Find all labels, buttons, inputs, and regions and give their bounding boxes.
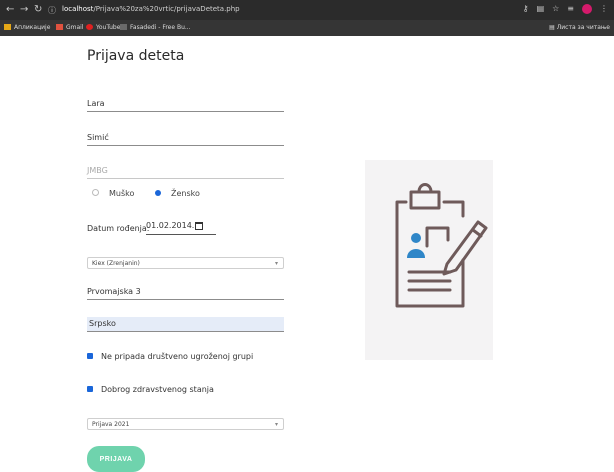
translate-icon[interactable]: ▤	[537, 4, 545, 14]
clipboard-pencil-icon	[395, 183, 488, 308]
bookmark-icon	[120, 24, 127, 30]
browser-toolbar: ← → ↻ ⓘ localhost/Prijava%20za%20vrtic/p…	[0, 0, 614, 20]
dob-label: Datum rođenja:	[87, 224, 150, 233]
radio-on-icon	[155, 190, 161, 196]
gender-male-radio[interactable]: Muško	[92, 189, 134, 198]
bookmark-fasadedi[interactable]: Fasadedi - Free Bu...	[120, 24, 191, 31]
calendar-icon[interactable]	[195, 222, 203, 230]
dob-input[interactable]: 01.02.2014.	[146, 221, 216, 235]
first-name-input[interactable]: Lara	[87, 97, 284, 112]
radio-off-icon	[92, 189, 99, 196]
site-info-icon[interactable]: ⓘ	[48, 5, 56, 16]
gmail-icon	[56, 24, 63, 30]
address-input[interactable]: Prvomajska 3	[87, 285, 284, 300]
kindergarten-select[interactable]: Kiex (Zrenjanin) ▾	[87, 257, 284, 269]
back-icon[interactable]: ←	[6, 4, 14, 15]
nationality-input[interactable]: Srpsko	[87, 317, 284, 332]
checkbox-good-health[interactable]: Dobrog zdravstvenog stanja	[87, 385, 214, 394]
chevron-down-icon: ▾	[274, 260, 278, 267]
url-host: localhost	[62, 5, 94, 13]
bookmark-gmail[interactable]: Gmail	[56, 24, 84, 31]
reading-list[interactable]: ▤ Листа за читање	[549, 24, 610, 31]
reload-icon[interactable]: ↻	[34, 4, 42, 15]
menu-icon[interactable]: ⋮	[600, 4, 608, 14]
star-icon[interactable]: ☆	[552, 4, 559, 14]
last-name-input[interactable]: Simić	[87, 131, 284, 146]
gender-female-radio[interactable]: Žensko	[155, 189, 200, 198]
checkbox-not-vulnerable[interactable]: Ne pripada društveno ugroženoj grupi	[87, 352, 253, 361]
jmbg-input[interactable]: JMBG	[87, 164, 284, 179]
address-bar[interactable]: localhost/Prijava%20za%20vrtic/prijavaDe…	[62, 5, 240, 13]
bookmark-youtube[interactable]: YouTube	[86, 24, 120, 31]
checkbox-checked-icon	[87, 386, 93, 392]
forward-icon[interactable]: →	[20, 4, 28, 15]
submit-button[interactable]: PRIJAVA	[87, 446, 145, 472]
bookmarks-bar: Апликације Gmail YouTube Fasadedi - Free…	[0, 20, 614, 36]
bookmark-apps[interactable]: Апликације	[4, 24, 50, 31]
period-select[interactable]: Prijava 2021 ▾	[87, 418, 284, 430]
chevron-down-icon: ▾	[274, 421, 278, 428]
extensions-icon[interactable]: ≡	[567, 4, 574, 14]
checkbox-checked-icon	[87, 353, 93, 359]
page-title: Prijava deteta	[87, 48, 185, 64]
url-path: /Prijava%20za%20vrtic/prijavaDeteta.php	[93, 5, 240, 13]
clipboard-illustration	[365, 160, 493, 360]
apps-icon	[4, 24, 11, 30]
profile-avatar[interactable]	[582, 4, 592, 14]
key-icon[interactable]: ⚷	[523, 4, 529, 14]
youtube-icon	[86, 24, 93, 30]
